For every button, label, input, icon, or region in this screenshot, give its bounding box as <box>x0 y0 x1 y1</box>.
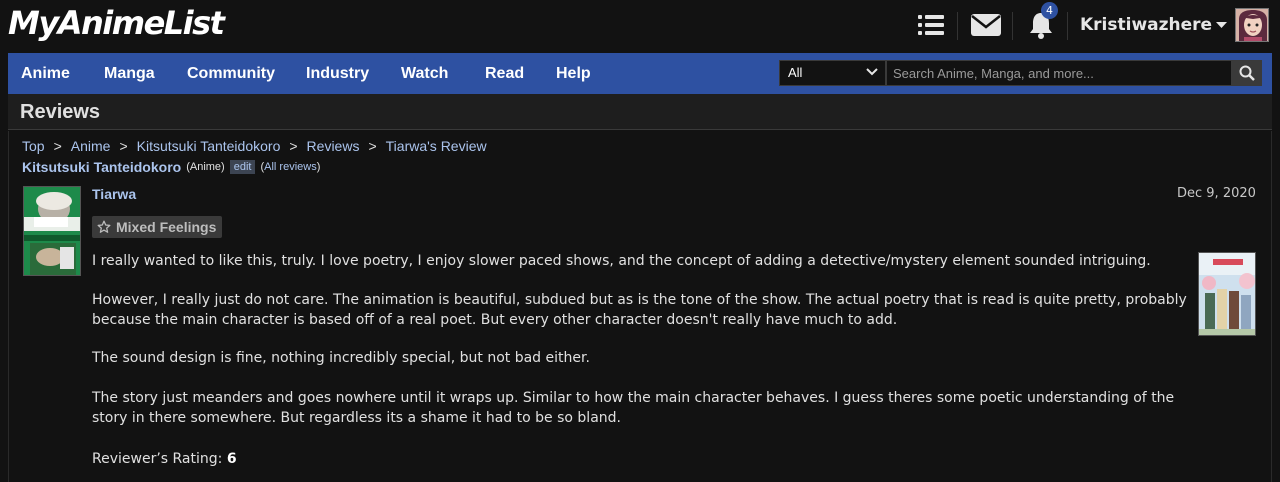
reviewer-rating: Reviewer’s Rating: 6 <box>92 451 237 467</box>
all-reviews: (All reviews) <box>260 161 320 173</box>
reviewer-avatar[interactable] <box>23 186 81 276</box>
star-icon <box>97 220 111 233</box>
breadcrumb-separator: > <box>289 138 298 154</box>
all-reviews-link[interactable]: All reviews <box>264 161 317 173</box>
caret-down-icon <box>1216 22 1228 28</box>
breadcrumb: Top > Anime > Kitsutsuki Tanteidokoro > … <box>22 138 487 154</box>
paren-close: ) <box>316 161 321 173</box>
breadcrumb-separator: > <box>119 138 128 154</box>
chevron-down-icon <box>866 68 878 76</box>
search-category-value: All <box>788 65 803 80</box>
breadcrumb-anime[interactable]: Anime <box>71 138 111 154</box>
top-header: MyAnimeList 4 Kristiwazhere <box>0 0 1280 52</box>
review-tag: Mixed Feelings <box>92 216 223 238</box>
site-logo[interactable]: MyAnimeList <box>8 4 225 42</box>
review-paragraph: The sound design is fine, nothing incred… <box>92 350 590 366</box>
rating-label: Reviewer’s Rating: <box>92 451 223 467</box>
review-paragraph: I really wanted to like this, truly. I l… <box>92 253 1151 269</box>
avatar[interactable] <box>1235 8 1269 42</box>
header-divider <box>957 12 958 40</box>
rating-value: 6 <box>226 451 237 467</box>
breadcrumb-separator: > <box>368 138 377 154</box>
search-icon <box>1239 65 1255 81</box>
mail-icon[interactable] <box>969 10 1003 40</box>
list-icon[interactable] <box>914 10 948 40</box>
nav-help[interactable]: Help <box>556 65 591 83</box>
username-label: Kristiwazhere <box>1080 15 1213 35</box>
review-date: Dec 9, 2020 <box>1177 186 1256 201</box>
notification-badge: 4 <box>1041 2 1058 19</box>
edit-button[interactable]: edit <box>229 160 256 174</box>
page-title: Reviews <box>20 101 101 123</box>
search-category-select[interactable]: All <box>779 60 886 86</box>
anime-title-line: Kitsutsuki Tanteidokoro (Anime) edit (Al… <box>22 159 320 175</box>
breadcrumb-reviews[interactable]: Reviews <box>307 138 360 154</box>
nav-read[interactable]: Read <box>485 65 524 83</box>
nav-manga[interactable]: Manga <box>104 65 155 83</box>
breadcrumb-top[interactable]: Top <box>22 138 45 154</box>
user-menu[interactable]: Kristiwazhere <box>1080 15 1228 35</box>
nav-watch[interactable]: Watch <box>401 65 448 83</box>
page-header: Reviews <box>8 94 1272 130</box>
search-input[interactable]: Search Anime, Manga, and more... <box>886 60 1232 86</box>
nav-community[interactable]: Community <box>187 65 275 83</box>
nav-anime[interactable]: Anime <box>21 65 70 83</box>
anime-title-link[interactable]: Kitsutsuki Tanteidokoro <box>22 159 181 175</box>
header-divider <box>1067 12 1068 40</box>
reviewer-name[interactable]: Tiarwa <box>92 186 136 202</box>
review-tag-label: Mixed Feelings <box>116 219 217 235</box>
anime-type: (Anime) <box>186 161 225 173</box>
review-paragraph: However, I really just do not care. The … <box>92 292 1187 328</box>
search-button[interactable] <box>1232 60 1262 86</box>
header-divider <box>1012 12 1013 40</box>
breadcrumb-review[interactable]: Tiarwa's Review <box>386 138 487 154</box>
breadcrumb-separator: > <box>53 138 62 154</box>
nav-industry[interactable]: Industry <box>306 65 369 83</box>
breadcrumb-title[interactable]: Kitsutsuki Tanteidokoro <box>137 138 281 154</box>
review-paragraph: The story just meanders and goes nowhere… <box>92 390 1175 426</box>
